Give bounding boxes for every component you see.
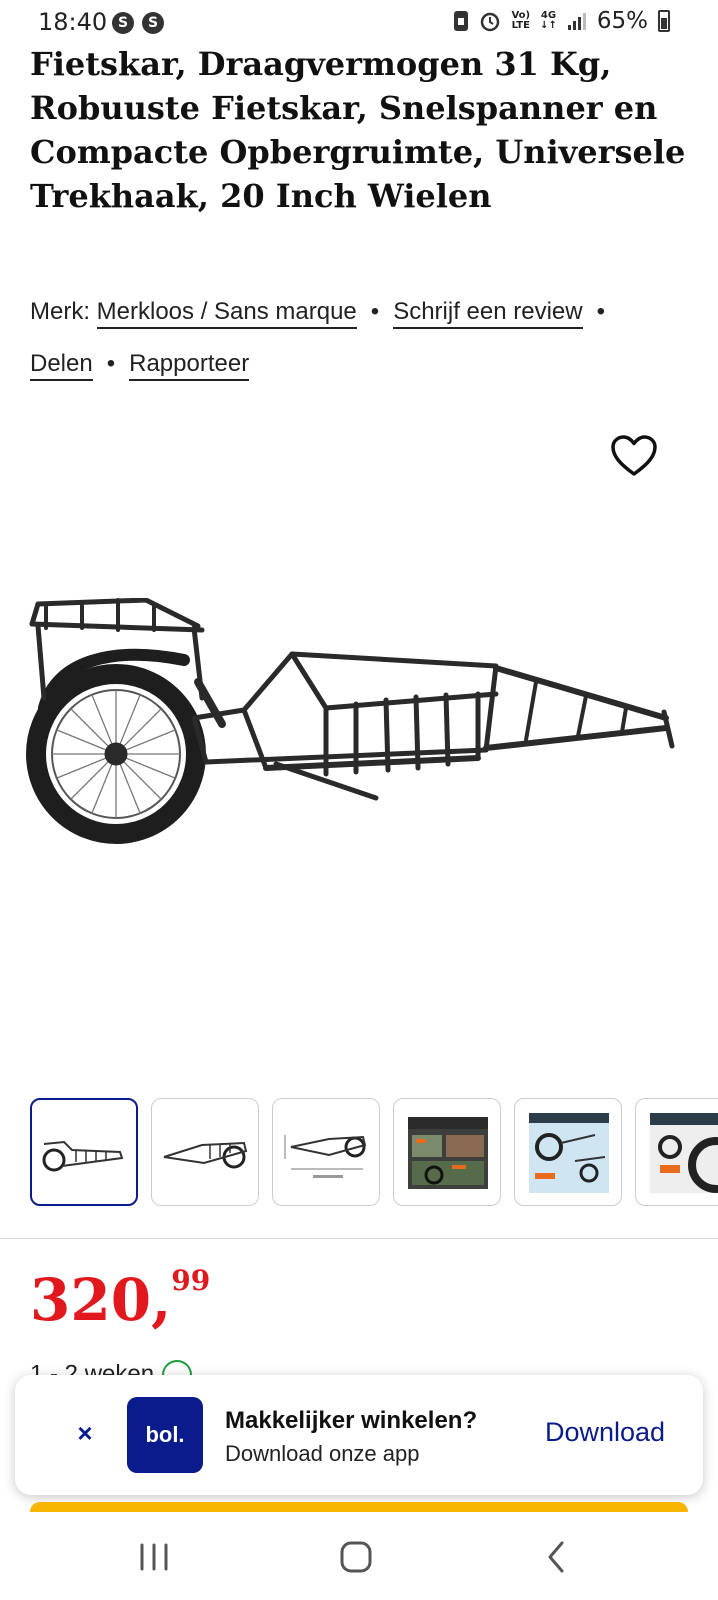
home-icon[interactable] xyxy=(326,1532,386,1582)
battery-percent: 65% xyxy=(596,8,648,34)
thumbnail-1[interactable] xyxy=(30,1098,138,1206)
price-cents: 99 xyxy=(171,1264,211,1297)
app-notification-icon: S xyxy=(112,12,134,34)
download-app-button[interactable]: Download xyxy=(545,1417,665,1448)
thumbnail-5[interactable] xyxy=(514,1098,622,1206)
thumbnail-strip xyxy=(30,1098,718,1208)
brand-link[interactable]: Merkloos / Sans marque xyxy=(96,298,357,329)
close-banner-button[interactable]: × xyxy=(65,1413,105,1453)
sim-icon xyxy=(454,11,469,31)
price-main: 320, xyxy=(30,1266,172,1334)
thumbnail-6[interactable] xyxy=(635,1098,718,1206)
status-indicators: Vo) LTE 4G ↓↑ 65% xyxy=(453,8,670,34)
banner-subtitle: Download onze app xyxy=(225,1441,420,1466)
status-bar: 18:40 S S Vo) LTE 4G ↓↑ 65% xyxy=(0,0,718,44)
signal-icon xyxy=(567,13,586,30)
price: 320,99 xyxy=(30,1264,210,1334)
volte-indicator: Vo) LTE xyxy=(511,10,531,31)
product-image[interactable] xyxy=(26,598,692,860)
status-time: 18:40 xyxy=(38,8,108,36)
write-review-link[interactable]: Schrijf een review xyxy=(393,298,583,329)
battery-icon xyxy=(658,10,670,32)
bol-logo: bol. xyxy=(127,1397,203,1473)
back-icon[interactable] xyxy=(528,1532,588,1582)
system-nav-bar xyxy=(0,1512,718,1600)
heart-icon[interactable] xyxy=(610,434,658,478)
share-link[interactable]: Delen xyxy=(30,350,93,381)
recents-icon[interactable] xyxy=(124,1532,184,1582)
separator: • xyxy=(370,298,380,325)
brand-label: Merk: xyxy=(30,298,97,325)
thumbnail-3[interactable] xyxy=(272,1098,380,1206)
report-link[interactable]: Rapporteer xyxy=(129,350,250,381)
thumbnail-2[interactable] xyxy=(151,1098,259,1206)
product-meta: Merk: Merkloos / Sans marque • Schrijf een… xyxy=(30,286,700,390)
thumbnail-4[interactable] xyxy=(393,1098,501,1206)
alarm-icon xyxy=(481,12,500,32)
separator: • xyxy=(596,298,606,325)
product-title: Fietskar, Draagvermogen 31 Kg, Robuuste … xyxy=(30,45,686,215)
separator: • xyxy=(106,350,116,377)
data-indicator: 4G ↓↑ xyxy=(540,10,557,31)
section-divider xyxy=(0,1238,718,1239)
app-notification-icon: S xyxy=(142,12,164,34)
banner-title: Makkelijker winkelen? xyxy=(225,1407,478,1434)
app-download-banner: × bol. Makkelijker winkelen? Download on… xyxy=(15,1375,703,1495)
